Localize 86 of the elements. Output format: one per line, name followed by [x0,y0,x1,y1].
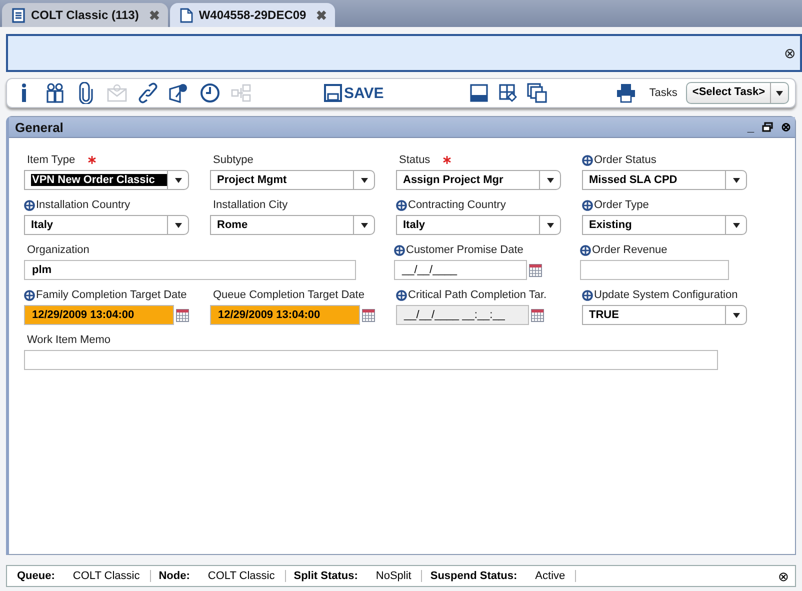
panel-icon[interactable] [469,83,490,103]
field-label: Subtype [213,154,254,166]
dropdown-field[interactable]: Italy [24,215,189,235]
calendar-icon[interactable] [362,308,375,322]
print-icon[interactable] [616,83,636,103]
link-icon[interactable] [137,82,159,104]
dropdown-field[interactable]: Project Mgmt [210,170,375,190]
status-value: COLT Classic [208,570,275,582]
field-label: Order Revenue [592,244,668,256]
status-label: Split Status: [294,570,358,582]
caret-icon[interactable] [546,178,554,182]
close-icon[interactable]: ⊗ [781,120,791,134]
dropdown-field[interactable]: Existing [582,215,747,235]
globe-icon[interactable] [582,290,593,300]
calendar-icon[interactable] [529,264,542,276]
field-label: Status [399,154,430,166]
document-icon [180,8,193,22]
dropdown-field[interactable]: Assign Project Mgr [396,170,561,190]
globe-icon[interactable] [580,244,591,256]
globe-icon[interactable] [396,200,407,210]
status-label: Node: [158,570,190,582]
field-label: Item Type [27,154,76,166]
close-icon[interactable]: ✖ [316,8,328,22]
close-icon[interactable]: ✖ [148,8,160,22]
tasks-label: Tasks [649,87,678,99]
field-label: Family Completion Target Date [36,289,187,301]
people-icon[interactable] [44,82,66,104]
date-field[interactable]: 12/29/2009 13:04:00 [24,305,174,325]
windows-icon[interactable] [527,83,548,103]
date-field[interactable]: __/__/____ [394,260,527,280]
field-label: Customer Promise Date [406,244,524,256]
caret-icon[interactable] [776,90,783,96]
globe-icon[interactable] [582,154,593,166]
minimize-icon[interactable]: _ [747,120,754,134]
input-field[interactable]: plm [24,260,356,280]
task-dropdown[interactable]: <Select Task> [686,82,789,104]
save-button[interactable]: SAVE [324,84,384,102]
memo-field[interactable] [24,350,718,370]
tab[interactable]: W404558-29DEC09 ✖ [170,3,336,27]
clock-icon[interactable] [199,82,221,104]
input-field[interactable] [580,260,729,280]
caret-icon[interactable] [360,222,368,228]
calendar-icon[interactable] [531,308,544,322]
globe-icon[interactable] [394,244,405,256]
globe-icon[interactable] [24,290,35,300]
dropdown-field[interactable]: VPN New Order Classic [24,170,189,190]
restore-icon[interactable] [762,122,773,132]
caret-icon[interactable] [546,222,554,228]
calendar-icon[interactable] [176,308,189,322]
close-icon[interactable]: ⊗ [778,568,795,584]
list-icon [12,8,25,22]
field-label: Queue Completion Target Date [213,289,364,301]
field-label: Order Type [594,199,649,211]
caret-icon[interactable] [174,222,182,228]
field-label: Order Status [594,154,656,166]
field-label: Installation City [213,199,288,211]
dropdown-field[interactable]: Italy [396,215,561,235]
panel-title: General [15,120,64,134]
caret-icon[interactable] [174,178,182,182]
caret-icon[interactable] [732,178,740,182]
close-icon[interactable]: ⊗ [784,45,796,61]
caret-icon[interactable] [360,178,368,182]
status-value: NoSplit [376,570,412,582]
status-label: Queue: [17,570,55,582]
globe-icon[interactable] [24,200,35,210]
date-field[interactable]: 12/29/2009 13:04:00 [210,305,360,325]
field-label: Update System Configuration [594,289,738,301]
caret-icon[interactable] [732,312,740,318]
dropdown-field[interactable]: TRUE [582,305,747,325]
globe-icon[interactable] [582,200,593,210]
field-label: Work Item Memo [27,334,111,346]
field-label: Installation Country [36,199,130,211]
grid-icon[interactable] [498,83,518,103]
field-label: Contracting Country [408,199,506,211]
field-label: Organization [27,244,90,256]
status-value: COLT Classic [72,570,140,582]
status-label: Suspend Status: [430,570,518,582]
dropdown-field[interactable]: Rome [210,215,375,235]
field-label: Critical Path Completion Tar. [408,289,547,301]
status-value: Active [535,570,566,582]
asterisk-icon [88,156,96,164]
pushpin-icon[interactable] [168,82,190,104]
tab[interactable]: COLT Classic (113) ✖ [2,3,168,27]
dropdown-field[interactable]: Missed SLA CPD [582,170,747,190]
caret-icon[interactable] [732,222,740,228]
asterisk-icon [443,156,452,164]
